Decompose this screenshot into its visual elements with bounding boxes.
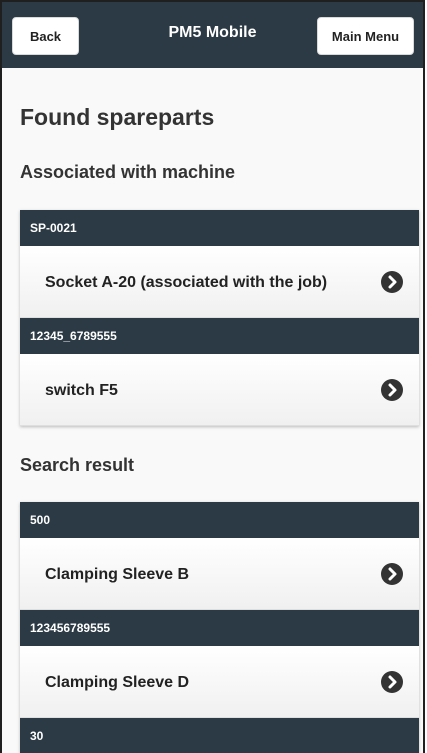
section-title-search: Search result: [20, 455, 135, 475]
list-divider: 500: [20, 502, 419, 538]
list-item-label: Clamping Sleeve B: [45, 566, 190, 583]
list-item-label: Socket A-20 (associated with the job): [45, 274, 328, 291]
list-divider: SP-0021: [20, 210, 419, 246]
app-frame: Back PM5 Mobile Main Menu Found sparepar…: [0, 0, 425, 753]
arrow-right-circle-icon: [381, 671, 403, 693]
arrow-right-circle-icon: [381, 379, 403, 401]
main-menu-button[interactable]: Main Menu: [317, 17, 414, 55]
list-item[interactable]: Clamping Sleeve B: [20, 538, 419, 610]
list-item[interactable]: Clamping Sleeve D: [20, 646, 419, 718]
list-item[interactable]: switch F5: [20, 354, 419, 426]
list-item[interactable]: Socket A-20 (associated with the job): [20, 246, 419, 318]
list-divider: 123456789555: [20, 610, 419, 646]
list-item-label: switch F5: [45, 382, 118, 399]
list-divider: 30: [20, 718, 419, 753]
page-title: Found spareparts: [20, 104, 215, 130]
list-divider: 12345_6789555: [20, 318, 419, 354]
header-bar: Back PM5 Mobile Main Menu: [2, 2, 423, 68]
section-title-associated: Associated with machine: [20, 162, 236, 182]
arrow-right-circle-icon: [381, 563, 403, 585]
search-result-list: 500 Clamping Sleeve B 123456789555 Clamp…: [20, 502, 419, 753]
associated-list: SP-0021 Socket A-20 (associated with the…: [20, 210, 419, 426]
arrow-right-circle-icon: [381, 271, 403, 293]
list-item-label: Clamping Sleeve D: [45, 674, 190, 691]
